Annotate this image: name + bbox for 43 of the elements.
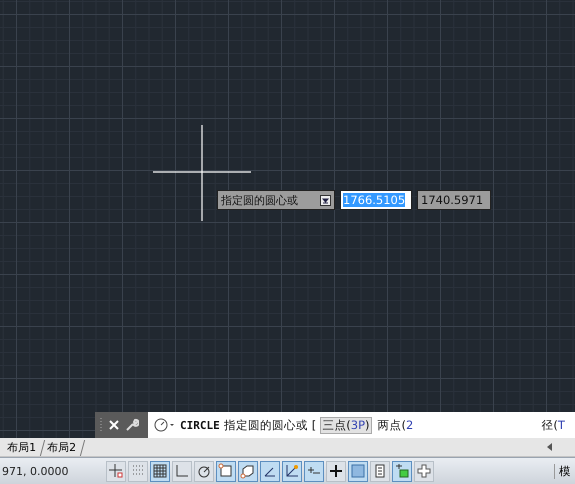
command-prompt: 指定圆的圆心或 — [224, 418, 308, 432]
status-toggle[interactable] — [216, 460, 236, 482]
drawing-canvas[interactable]: 指定圆的圆心或 1766.5105 1740.5971 CIRCLE 指定圆的圆心或 [ 三点(3P) 两点(2 径(T — [0, 0, 575, 438]
scroll-left-icon[interactable] — [547, 443, 553, 451]
command-option[interactable]: 径(T — [539, 416, 567, 434]
status-toggle[interactable] — [106, 460, 126, 482]
selection-cycle-icon — [394, 463, 410, 479]
command-option[interactable]: 两点(2 — [376, 416, 416, 434]
status-toggle[interactable] — [150, 460, 170, 482]
axis-icon — [284, 463, 300, 479]
status-toggle[interactable] — [348, 460, 368, 482]
grip-icon — [99, 417, 103, 433]
cube-snap-icon — [240, 463, 256, 479]
status-toggle[interactable] — [128, 460, 148, 482]
coordinate-readout: 971, 0.0000 — [1, 464, 70, 478]
status-toggle[interactable] — [238, 460, 258, 482]
tooltip-prompt: 指定圆的圆心或 — [221, 192, 298, 208]
status-toggle[interactable] — [260, 460, 280, 482]
status-toggle[interactable] — [194, 460, 214, 482]
square-snap-icon — [218, 463, 234, 479]
close-icon[interactable] — [109, 420, 119, 430]
command-name: CIRCLE — [180, 418, 220, 432]
status-toggle[interactable] — [326, 460, 346, 482]
status-toggle[interactable] — [172, 460, 192, 482]
plus-icon — [328, 463, 344, 479]
model-tab[interactable]: 模 — [554, 464, 575, 478]
command-line-grip[interactable] — [95, 412, 148, 438]
command-history-icon[interactable] — [154, 418, 176, 432]
status-toggle[interactable] — [282, 460, 302, 482]
wrench-icon[interactable] — [125, 418, 139, 432]
grid-icon — [152, 463, 168, 479]
crosshair-icon — [108, 463, 124, 479]
layout-tab[interactable]: 布局1 — [0, 440, 46, 456]
right-angle-icon — [174, 463, 190, 479]
status-toggle[interactable] — [304, 460, 324, 482]
option-bracket: [ — [312, 418, 316, 432]
status-toggle[interactable] — [414, 460, 434, 482]
command-option[interactable]: 三点(3P) — [320, 416, 372, 434]
status-toggle[interactable] — [392, 460, 412, 482]
cross-outline-icon — [416, 463, 432, 479]
status-toggle[interactable] — [370, 460, 390, 482]
layout-tab[interactable]: 布局2 — [40, 440, 86, 456]
y-coordinate-field[interactable]: 1740.5971 — [417, 190, 491, 210]
